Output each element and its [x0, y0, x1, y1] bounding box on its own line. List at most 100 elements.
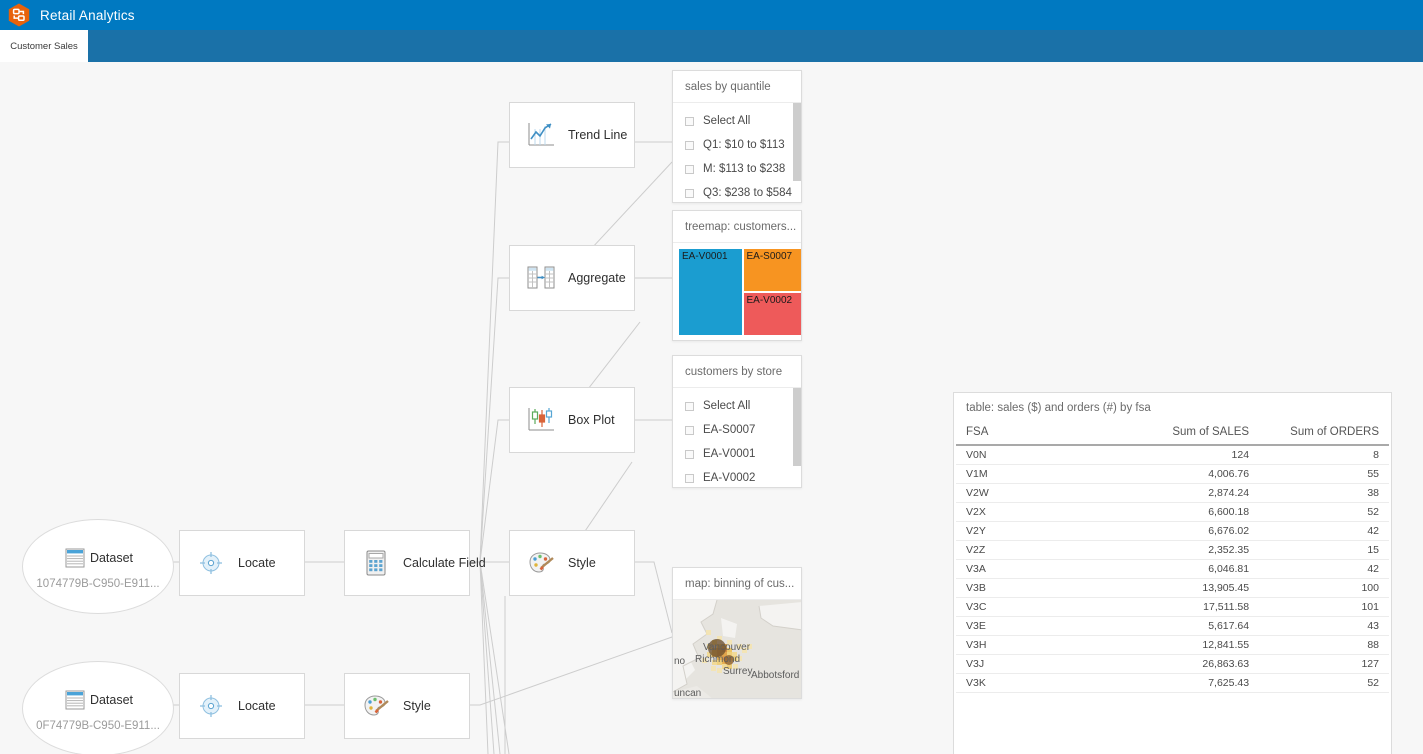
node-label: Style [568, 556, 596, 570]
dataset-node-header: Dataset [23, 546, 173, 570]
list-item-label: Select All [703, 115, 751, 127]
cell-fsa: V3A [956, 559, 1121, 579]
table-row[interactable]: V3E 5,617.64 43 [956, 616, 1389, 636]
list-item[interactable]: EA-S0007 [673, 418, 801, 442]
table-row[interactable]: V3H 12,841.55 88 [956, 635, 1389, 655]
table-row[interactable]: V1M 4,006.76 55 [956, 464, 1389, 484]
table-row[interactable]: V3A 6,046.81 42 [956, 559, 1389, 579]
cell-sum-of-orders: 100 [1259, 578, 1389, 598]
column-header-sum-of-orders[interactable]: Sum of ORDERS [1259, 423, 1389, 446]
list-item[interactable]: Select All [673, 394, 801, 418]
panel-customers-by-store[interactable]: customers by store Select All EA-S0007 E… [672, 355, 802, 488]
list-item-label: Q1: $10 to $113 [703, 139, 785, 151]
table-row[interactable]: V3K 7,625.43 52 [956, 673, 1389, 693]
table-row[interactable]: V2Y 6,676.02 42 [956, 521, 1389, 541]
cell-fsa: V3J [956, 654, 1121, 674]
checkbox[interactable] [685, 164, 694, 174]
table-row[interactable]: V3B 13,905.45 100 [956, 578, 1389, 598]
panel-body: Select All EA-S0007 EA-V0001 EA-V0002 [673, 388, 801, 487]
dataset-node-header: Dataset [23, 688, 173, 712]
checkbox[interactable] [685, 116, 694, 126]
node-label: Aggregate [568, 271, 626, 285]
treemap-cell[interactable]: EA-S0007 [742, 248, 801, 292]
map-graphic [673, 600, 801, 698]
table-row[interactable]: V3C 17,511.58 101 [956, 597, 1389, 617]
list-item-label: EA-S0007 [703, 424, 756, 436]
panel-table-sales-orders[interactable]: table: sales ($) and orders (#) by fsa F… [953, 392, 1392, 754]
cell-fsa: V1M [956, 464, 1121, 484]
table-row[interactable]: V0N 124 8 [956, 445, 1389, 465]
list-item-label: EA-V0002 [703, 472, 756, 484]
dataset-id: 1074779B-C950-E911... [36, 578, 160, 590]
node-label: Locate [238, 556, 276, 570]
treemap-cell[interactable]: EA-V0002 [742, 292, 801, 336]
list-item[interactable]: M: $113 to $238 [673, 157, 801, 181]
map-view[interactable]: Vancouver Richmond Surrey Abbotsford no … [673, 600, 801, 698]
node-locate[interactable]: Locate [179, 673, 305, 739]
table-scroll-region[interactable]: FSA Sum of SALES Sum of ORDERS V0N 124 8 V1… [954, 423, 1391, 693]
dataset-icon [63, 688, 87, 712]
cell-sum-of-sales: 2,874.24 [1120, 483, 1260, 503]
dataset-node[interactable]: Dataset 1074779B-C950-E911... [22, 519, 174, 614]
tab-label: Customer Sales [10, 40, 78, 52]
scrollbar-thumb[interactable] [793, 103, 801, 181]
checkbox-list: Select All Q1: $10 to $113 M: $113 to $2… [673, 103, 801, 202]
checkbox[interactable] [685, 401, 694, 411]
cell-sum-of-sales: 6,676.02 [1120, 521, 1260, 541]
node-trend-line[interactable]: Trend Line [509, 102, 635, 168]
dataset-node[interactable]: Dataset 0F74779B-C950-E911... [22, 661, 174, 754]
vertical-scrollbar[interactable] [793, 388, 801, 487]
checkbox[interactable] [685, 188, 694, 198]
dataset-label: Dataset [89, 693, 134, 707]
list-item[interactable]: EA-V0001 [673, 442, 801, 466]
node-label: Calculate Field [403, 556, 486, 570]
checkbox[interactable] [685, 473, 694, 483]
cell-sum-of-orders: 8 [1259, 445, 1389, 465]
node-aggregate[interactable]: Aggregate [509, 245, 635, 311]
panel-map[interactable]: map: binning of cus... Vancouver Richmon… [672, 567, 802, 699]
column-header-fsa[interactable]: FSA [956, 423, 1121, 446]
node-label: Trend Line [568, 128, 628, 142]
cell-fsa: V3C [956, 597, 1121, 617]
node-style[interactable]: Style [344, 673, 470, 739]
panel-body: Select All Q1: $10 to $113 M: $113 to $2… [673, 103, 801, 202]
list-item-label: Select All [703, 400, 751, 412]
cell-fsa: V3H [956, 635, 1121, 655]
list-item-label: M: $113 to $238 [703, 163, 786, 175]
table-row[interactable]: V3J 26,863.63 127 [956, 654, 1389, 674]
dataset-id: 0F74779B-C950-E911... [36, 720, 160, 732]
checkbox[interactable] [685, 140, 694, 150]
treemap-chart: EA-V0001 EA-S0007 EA-V0002 [678, 248, 801, 336]
list-item[interactable]: Q3: $238 to $584 [673, 181, 801, 202]
table-row[interactable]: V2W 2,874.24 38 [956, 483, 1389, 503]
list-item[interactable]: Select All [673, 109, 801, 133]
vertical-scrollbar[interactable] [793, 103, 801, 202]
checkbox[interactable] [685, 425, 694, 435]
panel-treemap[interactable]: treemap: customers... EA-V0001 EA-S0007 … [672, 210, 802, 341]
node-style[interactable]: Style [509, 530, 635, 596]
column-header-sum-of-sales[interactable]: Sum of SALES [1120, 423, 1260, 446]
table-row[interactable]: V2Z 2,352.35 15 [956, 540, 1389, 560]
checkbox[interactable] [685, 449, 694, 459]
style-palette-icon [524, 546, 558, 580]
list-item[interactable]: EA-V0002 [673, 466, 801, 487]
cell-fsa: V2Z [956, 540, 1121, 560]
scrollbar-thumb[interactable] [793, 388, 801, 466]
cell-fsa: V3B [956, 578, 1121, 598]
checkbox-list: Select All EA-S0007 EA-V0001 EA-V0002 [673, 388, 801, 487]
node-box-plot[interactable]: Box Plot [509, 387, 635, 453]
treemap-cell[interactable]: EA-V0001 [678, 248, 743, 336]
cell-sum-of-orders: 38 [1259, 483, 1389, 503]
app-title: Retail Analytics [40, 7, 135, 23]
node-locate[interactable]: Locate [179, 530, 305, 596]
cell-sum-of-sales: 124 [1120, 445, 1260, 465]
node-calculate-field[interactable]: Calculate Field [344, 530, 486, 596]
tab-customer-sales[interactable]: Customer Sales [0, 30, 88, 62]
table-row[interactable]: V2X 6,600.18 52 [956, 502, 1389, 522]
cell-sum-of-sales: 5,617.64 [1120, 616, 1260, 636]
workflow-canvas[interactable]: Dataset 1074779B-C950-E911... Dataset 0F… [0, 62, 1423, 754]
list-item[interactable]: Q1: $10 to $113 [673, 133, 801, 157]
cell-sum-of-orders: 52 [1259, 502, 1389, 522]
locate-icon [194, 689, 228, 723]
panel-sales-by-quantile[interactable]: sales by quantile Select All Q1: $10 to … [672, 70, 802, 203]
